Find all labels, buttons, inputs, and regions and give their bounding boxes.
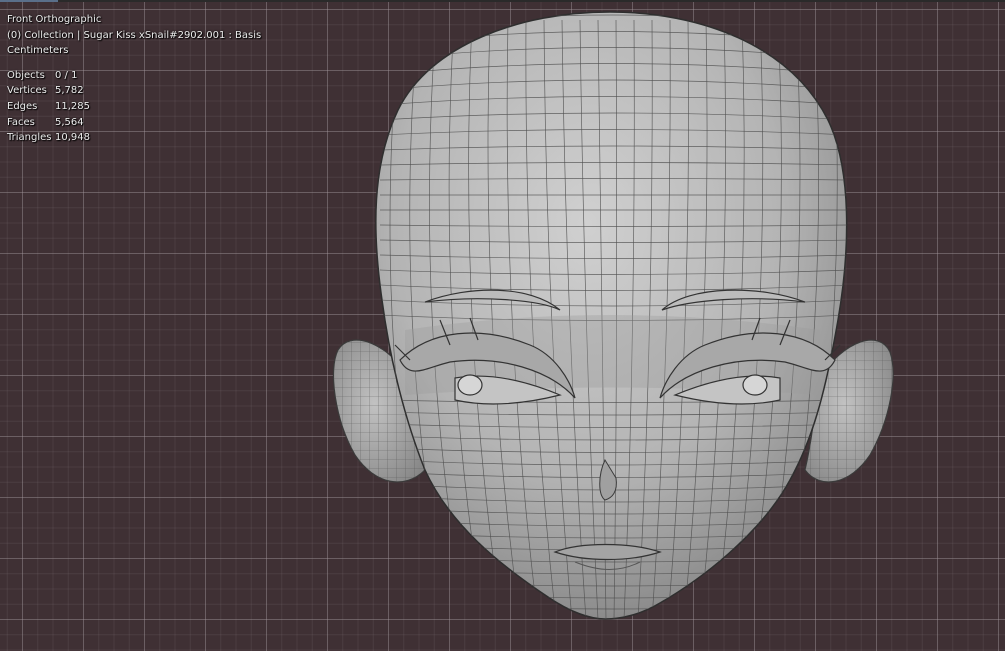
stat-label: Objects — [7, 69, 45, 81]
stat-label: Triangles — [7, 132, 52, 144]
stat-value: 5,564 — [55, 116, 84, 128]
3d-viewport[interactable]: Front Orthographic (0) Collection | Suga… — [0, 0, 1005, 651]
units-label: Centimeters — [7, 45, 69, 57]
stat-label: Faces — [7, 116, 35, 128]
stat-row-triangles: Triangles 10,948 — [7, 130, 261, 146]
stat-label: Edges — [7, 100, 38, 112]
stat-value: 5,782 — [55, 85, 84, 97]
viewport-info-overlay: Front Orthographic (0) Collection | Suga… — [7, 12, 261, 146]
view-name: Front Orthographic — [7, 14, 102, 25]
stat-row-edges: Edges 11,285 — [7, 99, 261, 115]
stat-row-faces: Faces 5,564 — [7, 115, 261, 131]
stat-label: Vertices — [7, 85, 47, 97]
collection-line: (0) Collection | Sugar Kiss xSnail#2902.… — [7, 29, 262, 41]
stat-row-objects: Objects 0 / 1 — [7, 68, 261, 84]
stat-value: 11,285 — [55, 100, 90, 112]
stat-value: 10,948 — [55, 132, 90, 144]
head-surface — [375, 11, 848, 620]
stat-value: 0 / 1 — [55, 69, 78, 81]
stat-row-vertices: Vertices 5,782 — [7, 83, 261, 99]
